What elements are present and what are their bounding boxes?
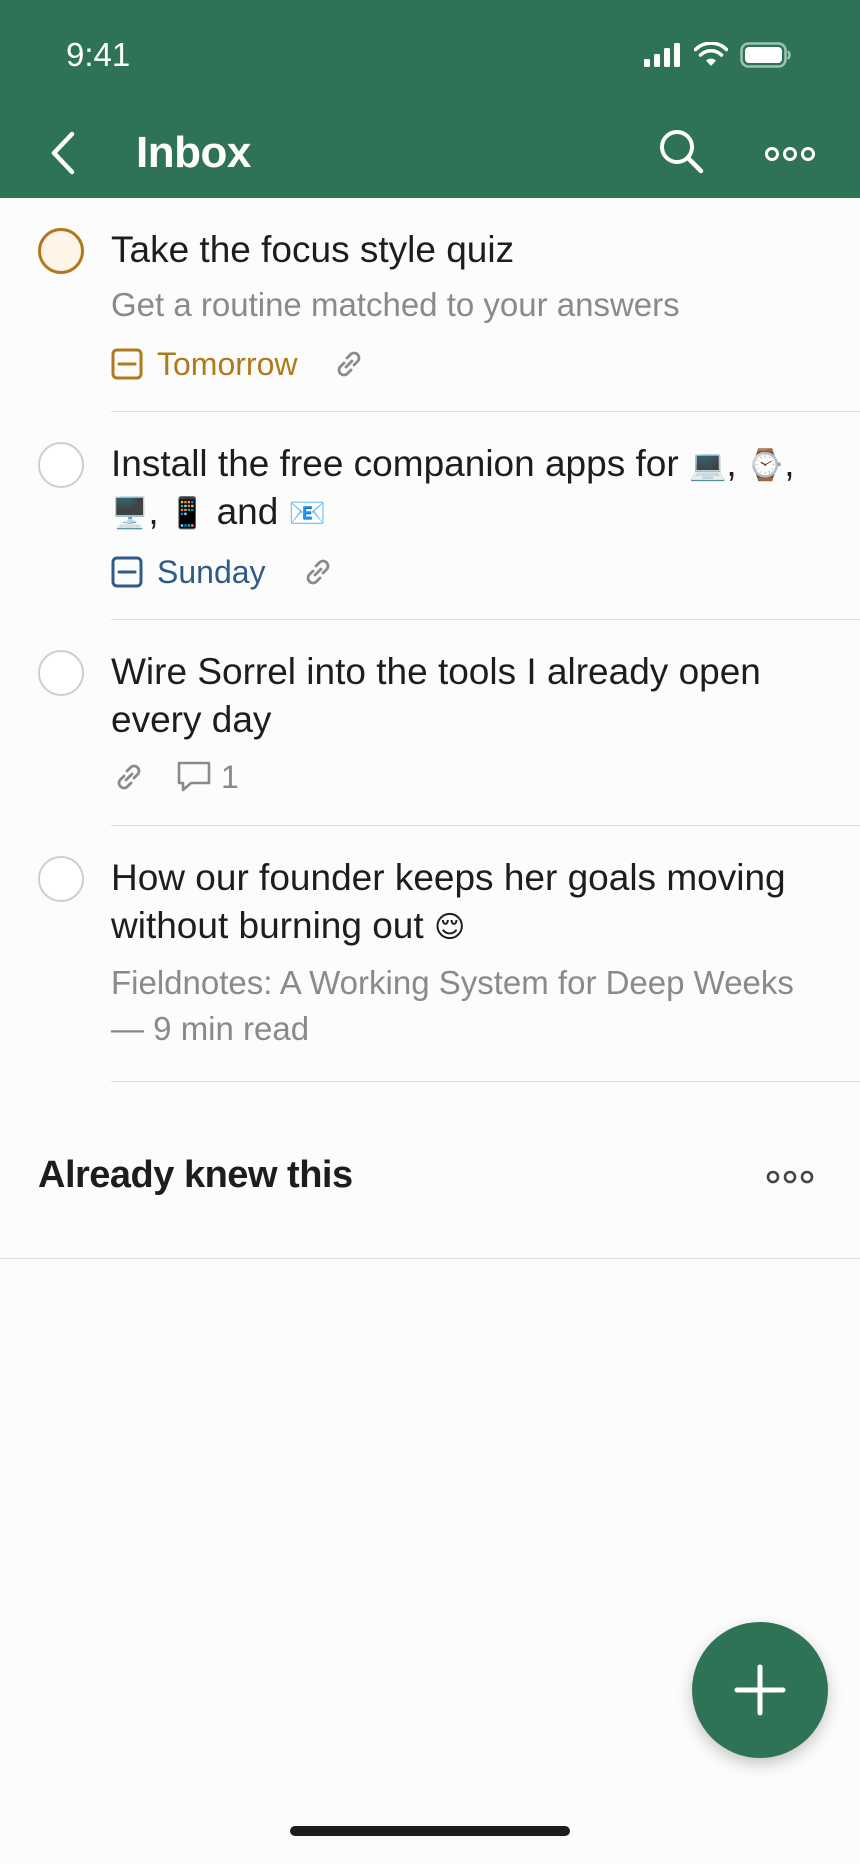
calendar-due-icon [111,556,143,588]
task-item[interactable]: Wire Sorrel into the tools I already ope… [0,620,860,826]
battery-icon [740,42,791,68]
task-item[interactable]: Install the free companion apps for 💻, ⌚… [0,412,860,620]
task-complete-checkbox[interactable] [38,650,84,696]
status-icons [644,40,792,70]
task-complete-checkbox[interactable] [38,228,84,274]
task-description: Get a routine matched to your answers [111,286,680,323]
task-complete-checkbox[interactable] [38,442,84,488]
task-meta: Sunday [111,552,336,592]
task-item[interactable]: Take the focus style quiz Get a routine … [0,198,860,412]
task-meta: Tomorrow [111,344,367,384]
comment-count: 1 [221,758,239,795]
section-divider [0,1258,860,1259]
task-meta: 1 [111,757,239,797]
due-date-label: Tomorrow [157,345,298,382]
calendar-due-icon [111,348,143,380]
cellular-signal-icon [644,43,680,67]
search-icon[interactable] [658,128,704,174]
comment-icon [177,761,211,792]
app-header: 9:41 Inbox [0,0,860,198]
link-icon [117,764,141,790]
more-options-icon[interactable] [764,141,816,167]
status-time: 9:41 [66,36,131,73]
page-title: Inbox [136,128,251,177]
back-chevron-icon[interactable] [44,128,84,178]
link-icon [338,351,361,377]
task-title: Wire Sorrel into the tools I already ope… [111,651,761,740]
task-title: Install the free companion apps for 💻, ⌚… [111,443,795,532]
task-title: How our founder keeps her goals moving w… [111,854,830,950]
task-description: Fieldnotes: A Working System for Deep We… [111,964,794,1047]
task-title: Take the focus style quiz [111,229,515,270]
task-title-and: and [216,491,279,532]
link-icon [306,559,329,585]
due-date-label: Sunday [157,553,266,590]
phone-icon: 📱 [168,497,207,531]
watch-icon: ⌚ [746,449,785,483]
task-item[interactable]: How our founder keeps her goals moving w… [0,826,860,1082]
email-icon: 📧 [288,497,326,531]
section-title: Already knew this [38,1154,353,1196]
task-divider [111,1081,860,1082]
section-more-icon[interactable] [766,1166,814,1188]
desktop-icon: 🖥️ [111,497,149,531]
task-title-text: Install the free companion apps for [111,443,679,484]
relieved-face-icon: 😌 [433,911,466,945]
plus-icon [734,1664,786,1716]
wifi-icon [694,42,728,66]
home-indicator [290,1826,570,1836]
add-task-button[interactable] [692,1622,828,1758]
task-complete-checkbox[interactable] [38,856,84,902]
laptop-icon: 💻 [688,449,727,483]
